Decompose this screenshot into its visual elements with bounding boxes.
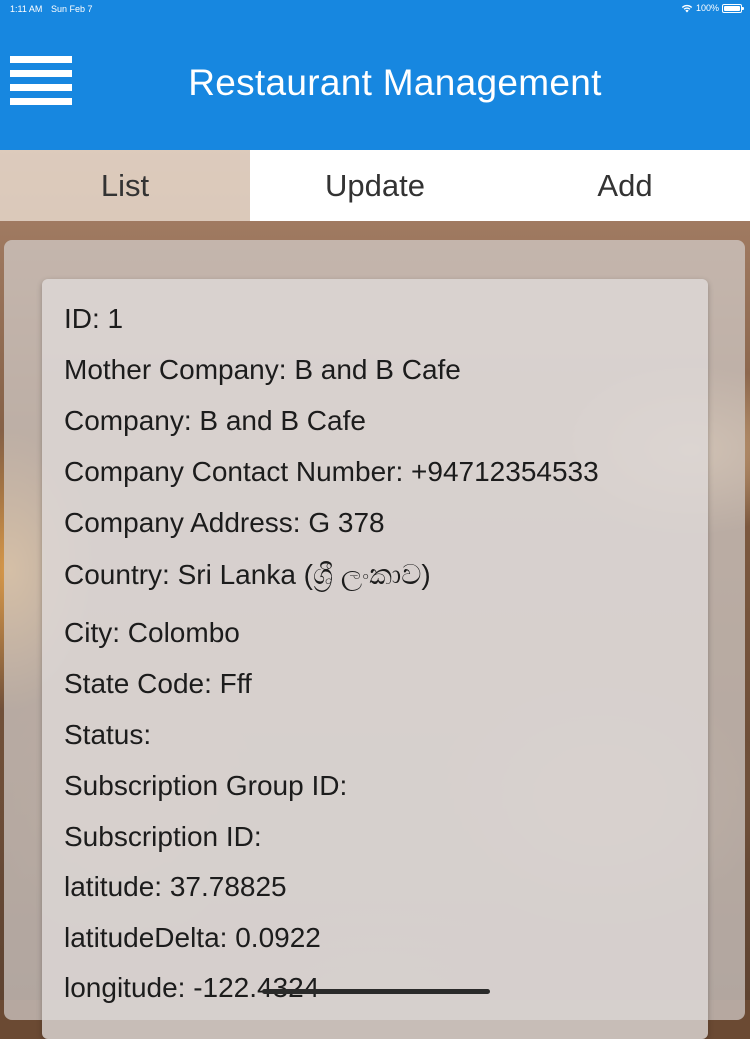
wifi-icon — [681, 4, 693, 12]
field-id: ID: 1 — [64, 303, 124, 334]
tab-update[interactable]: Update — [250, 150, 500, 221]
status-time: 1:11 AM — [10, 4, 43, 14]
app-header: Restaurant Management — [0, 18, 750, 150]
field-contact-number: Company Contact Number: +94712354533 — [64, 456, 599, 487]
hamburger-menu-icon[interactable] — [10, 56, 72, 106]
field-state-code: State Code: Fff — [64, 668, 252, 699]
field-subscription-id: Subscription ID: — [64, 821, 262, 852]
tab-list[interactable]: List — [0, 150, 250, 221]
field-company: Company: B and B Cafe — [64, 405, 366, 436]
home-indicator[interactable] — [262, 989, 490, 994]
field-longitude: longitude: -122.4324 — [64, 972, 320, 1003]
battery-percentage: 100% — [695, 3, 719, 13]
field-country: Country: Sri Lanka (ශ්‍රී ලංකාව) — [64, 559, 431, 590]
tab-bar: List Update Add — [0, 150, 750, 221]
field-city: City: Colombo — [64, 617, 240, 648]
status-indicators: 100% — [681, 3, 744, 13]
page-title: Restaurant Management — [188, 62, 602, 103]
field-address: Company Address: G 378 — [64, 507, 385, 538]
field-latitude-delta: latitudeDelta: 0.0922 — [64, 922, 321, 953]
field-subscription-group-id: Subscription Group ID: — [64, 770, 348, 801]
tab-add[interactable]: Add — [500, 150, 750, 221]
status-date: Sun Feb 7 — [51, 4, 93, 14]
battery-icon — [722, 3, 744, 13]
field-latitude: latitude: 37.78825 — [64, 871, 287, 902]
field-mother-company: Mother Company: B and B Cafe — [64, 354, 461, 385]
status-bar: 1:11 AM Sun Feb 7 100% — [0, 0, 750, 18]
field-status: Status: — [64, 719, 152, 750]
